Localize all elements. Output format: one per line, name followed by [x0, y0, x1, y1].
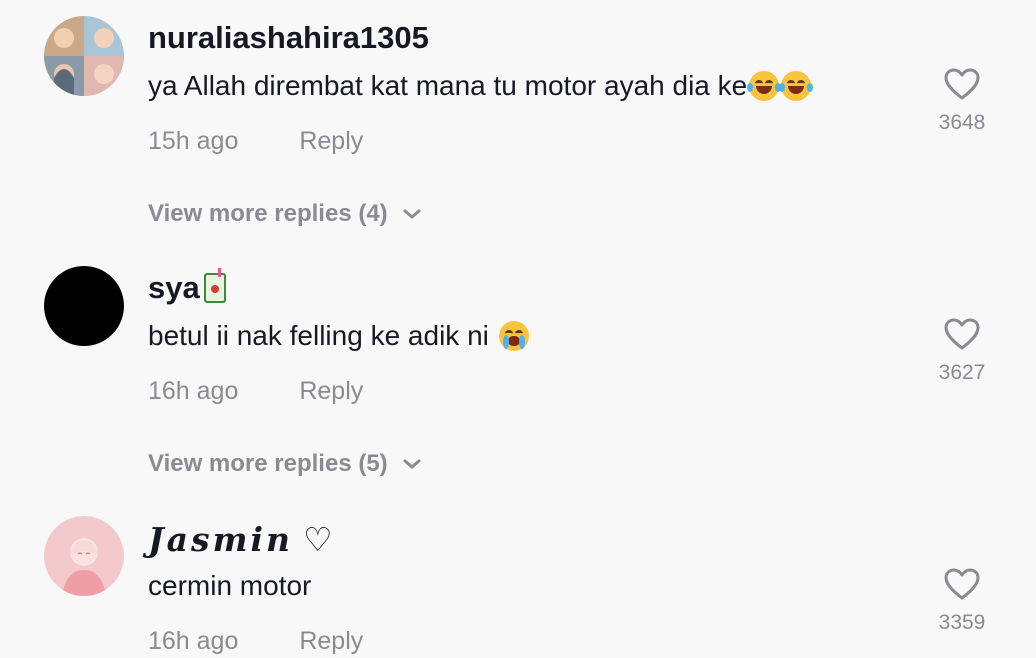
- comment-text-content: ya Allah dirembat kat mana tu motor ayah…: [148, 70, 748, 101]
- view-more-replies-button[interactable]: View more replies (5): [148, 450, 422, 478]
- juice-box-emoji-icon: [203, 268, 226, 303]
- reply-button[interactable]: Reply: [299, 627, 363, 655]
- comment-text: betul ii nak felling ke adik ni: [148, 320, 529, 352]
- chevron-down-icon[interactable]: [402, 458, 422, 470]
- like-button[interactable]: 3627: [934, 318, 990, 385]
- heart-symbol: ♡: [303, 520, 333, 559]
- view-more-label[interactable]: View more replies (4): [148, 200, 388, 228]
- like-count: 3359: [938, 611, 986, 634]
- view-more-replies-button[interactable]: View more replies (4): [148, 200, 422, 228]
- comment-meta: 16h ago Reply: [148, 377, 363, 406]
- avatar[interactable]: [44, 516, 124, 596]
- avatar[interactable]: [44, 266, 124, 346]
- username-text[interactable]: sya: [148, 270, 200, 306]
- comment-text: cermin motor: [148, 570, 311, 602]
- comment-meta: 16h ago Reply: [148, 627, 363, 656]
- username[interactable]: sya: [148, 268, 226, 306]
- timestamp: 15h ago: [148, 127, 239, 155]
- username-text[interactable]: nuraliashahira1305: [148, 20, 429, 56]
- chevron-down-icon[interactable]: [402, 208, 422, 220]
- like-button[interactable]: 3648: [934, 68, 990, 135]
- username-text[interactable]: Jasmin: [148, 520, 293, 559]
- joy-emoji-icon: [779, 71, 814, 101]
- view-more-label[interactable]: View more replies (5): [148, 450, 388, 478]
- like-count: 3627: [938, 361, 986, 384]
- heart-outline-icon[interactable]: [944, 568, 980, 600]
- username[interactable]: Jasmin ♡: [148, 520, 333, 559]
- reply-button[interactable]: Reply: [299, 127, 363, 155]
- timestamp: 16h ago: [148, 627, 239, 655]
- avatar[interactable]: [44, 16, 124, 96]
- comment-text: ya Allah dirembat kat mana tu motor ayah…: [148, 70, 814, 102]
- heart-outline-icon[interactable]: [944, 318, 980, 350]
- reply-button[interactable]: Reply: [299, 377, 363, 405]
- loudly-crying-emoji-icon: [498, 321, 529, 351]
- comment-meta: 15h ago Reply: [148, 127, 363, 156]
- comment-text-content: cermin motor: [148, 570, 312, 601]
- like-button[interactable]: 3359: [934, 568, 990, 635]
- username[interactable]: nuraliashahira1305: [148, 20, 429, 56]
- joy-emoji-icon: [747, 71, 782, 101]
- like-count: 3648: [938, 111, 986, 134]
- comment-text-content: betul ii nak felling ke adik ni: [148, 320, 489, 351]
- heart-outline-icon[interactable]: [944, 68, 980, 100]
- timestamp: 16h ago: [148, 377, 239, 405]
